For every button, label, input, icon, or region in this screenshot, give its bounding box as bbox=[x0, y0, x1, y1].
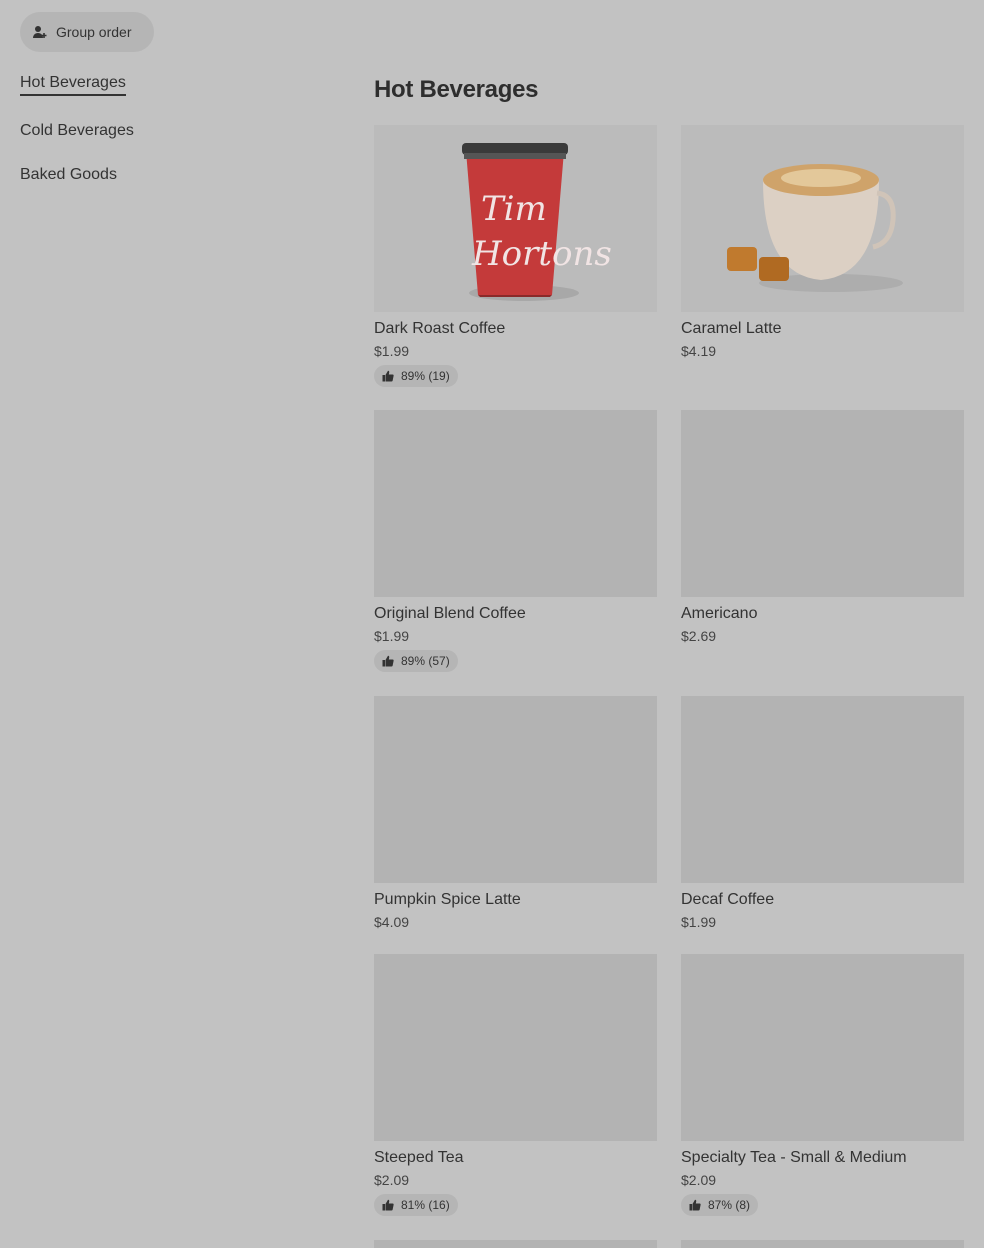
item-price: $4.19 bbox=[681, 343, 717, 359]
item-image-placeholder bbox=[374, 696, 657, 883]
item-image: Tim Hortons bbox=[374, 125, 657, 312]
item-image-placeholder bbox=[374, 1240, 657, 1248]
item-name: Pumpkin Spice Latte bbox=[374, 891, 521, 908]
rating-badge: 87% (8) bbox=[681, 1194, 759, 1216]
item-name: Americano bbox=[681, 605, 758, 622]
item-name: Dark Roast Coffee bbox=[374, 320, 506, 337]
item-name: Caramel Latte bbox=[681, 320, 782, 337]
group-order-button[interactable]: Group order bbox=[20, 12, 154, 52]
thumbs-up-icon bbox=[689, 1199, 701, 1211]
rating-badge: 89% (19) bbox=[374, 365, 458, 387]
group-order-label: Group order bbox=[56, 24, 132, 40]
latte-mug-image bbox=[727, 164, 903, 292]
item-image-placeholder bbox=[681, 696, 964, 883]
menu-item-card[interactable]: Caramel Latte $4.19 bbox=[681, 125, 964, 359]
item-price: $4.09 bbox=[374, 914, 410, 930]
item-image-placeholder bbox=[681, 410, 964, 597]
rating-text: 81% (16) bbox=[401, 1198, 450, 1212]
rating-text: 89% (19) bbox=[401, 369, 450, 383]
item-price: $1.99 bbox=[374, 343, 410, 359]
item-price: $1.99 bbox=[374, 628, 410, 644]
nav-item-label: Baked Goods bbox=[20, 166, 117, 183]
rating-text: 87% (8) bbox=[708, 1198, 751, 1212]
thumbs-up-icon bbox=[382, 370, 394, 382]
item-image bbox=[681, 125, 964, 312]
section-title: Hot Beverages bbox=[374, 76, 539, 103]
add-person-icon bbox=[33, 26, 47, 38]
item-image-placeholder bbox=[681, 954, 964, 1141]
menu-item-card[interactable]: Americano $2.69 bbox=[681, 410, 964, 644]
nav-item-cold-beverages[interactable]: Cold Beverages bbox=[20, 122, 134, 140]
item-image-placeholder bbox=[681, 1240, 964, 1248]
nav-item-label: Hot Beverages bbox=[20, 74, 126, 91]
item-price: $2.09 bbox=[374, 1172, 410, 1188]
rating-text: 89% (57) bbox=[401, 654, 450, 668]
nav-item-label: Cold Beverages bbox=[20, 122, 134, 139]
item-name: Original Blend Coffee bbox=[374, 605, 526, 622]
nav-item-baked-goods[interactable]: Baked Goods bbox=[20, 166, 117, 184]
item-name: Steeped Tea bbox=[374, 1149, 464, 1166]
menu-item-card[interactable] bbox=[374, 1240, 657, 1248]
item-price: $2.09 bbox=[681, 1172, 717, 1188]
item-image-placeholder bbox=[374, 954, 657, 1141]
item-name: Specialty Tea - Small & Medium bbox=[681, 1149, 907, 1166]
menu-item-card[interactable]: Original Blend Coffee $1.99 89% (57) bbox=[374, 410, 657, 672]
item-name: Decaf Coffee bbox=[681, 891, 775, 908]
menu-item-card[interactable]: Steeped Tea $2.09 81% (16) bbox=[374, 954, 657, 1216]
menu-item-card[interactable]: Decaf Coffee $1.99 bbox=[681, 696, 964, 930]
coffee-cup-image: Tim Hortons bbox=[462, 143, 612, 301]
thumbs-up-icon bbox=[382, 655, 394, 667]
nav-item-hot-beverages[interactable]: Hot Beverages bbox=[20, 74, 126, 96]
rating-badge: 89% (57) bbox=[374, 650, 458, 672]
menu-item-card[interactable]: Pumpkin Spice Latte $4.09 bbox=[374, 696, 657, 930]
menu-item-card[interactable]: Tim Hortons Dark Roast Coffee $1.99 89% … bbox=[374, 125, 657, 387]
menu-item-card[interactable]: Specialty Tea - Small & Medium $2.09 87%… bbox=[681, 954, 964, 1216]
item-price: $2.69 bbox=[681, 628, 717, 644]
rating-badge: 81% (16) bbox=[374, 1194, 458, 1216]
cup-logo-text: Tim bbox=[481, 189, 547, 229]
menu-item-card[interactable] bbox=[681, 1240, 964, 1248]
item-image-placeholder bbox=[374, 410, 657, 597]
item-price: $1.99 bbox=[681, 914, 717, 930]
thumbs-up-icon bbox=[382, 1199, 394, 1211]
cup-logo-text: Hortons bbox=[471, 234, 612, 274]
